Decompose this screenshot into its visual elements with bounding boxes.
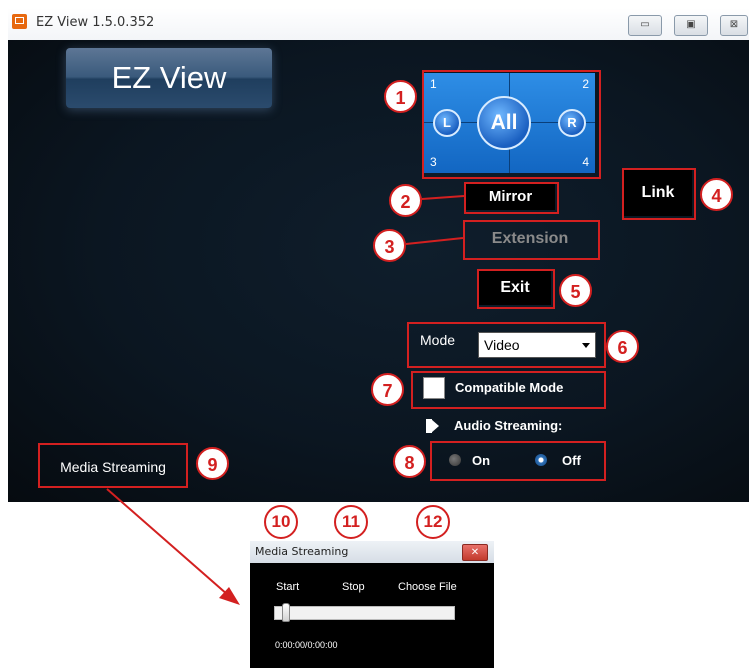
start-button[interactable]: Start [276,581,299,593]
callout-1: 1 [384,80,417,113]
media-window-title: Media Streaming [255,545,349,558]
callout-10: 10 [264,505,298,539]
media-progress-slider[interactable] [274,606,455,620]
media-slider-handle[interactable] [282,603,290,622]
media-window-close-button[interactable]: ✕ [462,544,488,561]
callout-8: 8 [393,445,426,478]
callout-arrow-line [106,488,229,596]
callout-7: 7 [371,373,404,406]
media-window-titlebar: Media Streaming ✕ [250,541,494,563]
callout-6: 6 [606,330,639,363]
callout-4: 4 [700,178,733,211]
callout-11: 11 [334,505,368,539]
stop-button[interactable]: Stop [342,581,365,593]
callout-5: 5 [559,274,592,307]
media-time-display: 0:00:00/0:00:00 [275,640,338,650]
choose-file-button[interactable]: Choose File [398,581,457,593]
callout-3: 3 [373,229,406,262]
callout-12: 12 [416,505,450,539]
callout-2: 2 [389,184,422,217]
callout-9: 9 [196,447,229,480]
